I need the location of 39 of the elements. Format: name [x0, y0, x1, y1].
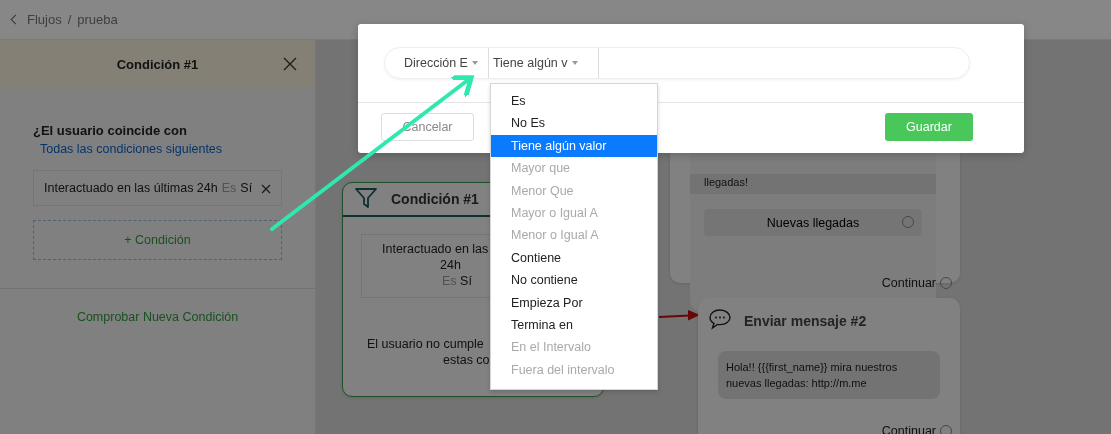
condition-text: 24h — [440, 257, 461, 273]
condition-value: Sí — [240, 181, 253, 195]
breadcrumb-current: prueba — [77, 12, 118, 27]
dropdown-option[interactable]: Contiene — [491, 246, 657, 270]
node-description: estas co — [443, 352, 490, 368]
condition-text: Interactuado en las — [382, 241, 489, 257]
caret-icon — [571, 61, 578, 65]
node-title: Enviar mensaje #2 — [744, 312, 867, 329]
funnel-icon — [355, 186, 377, 209]
condition-field: Interactuado en las últimas 24h — [44, 181, 218, 195]
quick-reply-button[interactable]: Nuevas llegadas — [704, 209, 922, 236]
connector-arrow — [659, 310, 700, 321]
condition-value: Sí — [460, 274, 472, 288]
node-title: Condición #1 — [391, 191, 479, 207]
dropdown-option: Mayor que — [491, 157, 657, 180]
dropdown-option[interactable]: No Es — [491, 112, 657, 135]
caret-icon — [471, 61, 478, 65]
message-bubble: llegadas! — [690, 174, 936, 194]
dropdown-option[interactable]: Tiene algún valor — [491, 134, 657, 158]
breadcrumb-separator: / — [67, 12, 72, 27]
node-description: El usuario no cumple — [367, 336, 484, 352]
dropdown-option: Mayor o Igual A — [491, 201, 657, 225]
remove-icon[interactable] — [261, 184, 271, 194]
chat-icon — [708, 308, 732, 330]
dropdown-option: Menor Que — [491, 179, 657, 202]
dropdown-option[interactable]: No contiene — [491, 269, 657, 292]
dropdown-option: Menor o Igual A — [491, 224, 657, 247]
message-bubble: Hola!! {{{first_name}} mira nuestros nuevas llegadas: http://m.me — [718, 351, 940, 399]
filter-dropdown[interactable]: Dirección E — [385, 48, 488, 78]
dropdown-option[interactable]: Es — [491, 90, 657, 113]
continue-label: Continuar — [881, 276, 936, 290]
filter-dropdown[interactable]: Tiene algún v — [487, 48, 599, 78]
dropdown-option[interactable]: Empieza Por — [491, 291, 657, 314]
match-label: ¿El usuario coincide con — [33, 123, 188, 138]
dropdown-option[interactable]: Termina en — [491, 313, 657, 337]
close-icon[interactable] — [283, 57, 297, 71]
dropdown-option: En el Intervalo — [491, 336, 657, 359]
dropdown-option: Fuera del intervalo — [491, 358, 657, 382]
panel-title: Condición #1 — [116, 56, 199, 72]
